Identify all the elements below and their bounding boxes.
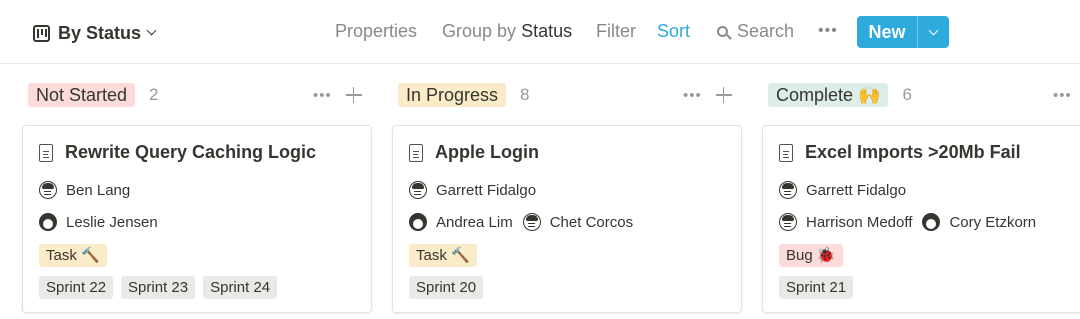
column-more-icon[interactable]: ••• [683,87,702,104]
type-tag: Task 🔨 [409,244,477,267]
person-name: Garrett Fidalgo [806,181,907,199]
group-by-button[interactable]: Group by Status [442,21,572,42]
person: Andrea Lim [409,213,513,231]
status-tag-in-progress[interactable]: In Progress [398,83,507,107]
new-button-group: New [857,16,949,48]
card-title: Rewrite Query Caching Logic [39,142,316,163]
person: Harrison Medoff [779,213,912,231]
column-header-in-progress: In Progress 8 [398,82,530,108]
assignee-row: Andrea Lim Chet Corcos [409,213,643,231]
sprint-tag: Sprint 21 [779,276,854,299]
more-options-button[interactable]: ••• [818,22,838,40]
assignee-row: Garrett Fidalgo [409,181,546,199]
avatar [409,213,427,231]
person: Garrett Fidalgo [779,181,906,199]
add-card-icon[interactable] [715,87,732,103]
column-actions: ••• [1053,82,1072,108]
card-apple-login[interactable]: Apple Login Garrett Fidalgo Andrea Lim C… [392,125,742,313]
person-name: Garrett Fidalgo [436,181,537,199]
avatar [39,213,57,231]
column-header-complete: Complete 🙌 6 [768,82,912,108]
new-dropdown-button[interactable] [918,16,949,48]
type-tag: Task 🔨 [39,244,107,267]
card-title-text: Apple Login [435,142,539,162]
new-button[interactable]: New [857,16,917,48]
chevron-down-icon [146,25,157,36]
column-header-not-started: Not Started 2 [28,82,159,108]
column-actions: ••• [313,82,362,108]
toolbar: By Status Properties Group by Status Fil… [0,0,1080,64]
card-rewrite-query-caching-logic[interactable]: Rewrite Query Caching Logic Ben Lang Les… [22,125,372,313]
filter-button[interactable]: Filter [596,21,636,42]
type-tag-row: Bug 🐞 [779,244,851,267]
avatar [779,213,797,231]
sprint-tag: Sprint 22 [39,276,114,299]
card-excel-imports-fail[interactable]: Excel Imports >20Mb Fail Garrett Fidalgo… [762,125,1080,313]
type-tag-row: Task 🔨 [409,244,485,267]
column-more-icon[interactable]: ••• [313,87,332,104]
sprint-tag: Sprint 24 [203,276,278,299]
view-selector[interactable]: By Status [33,20,157,46]
person-name: Leslie Jensen [66,213,158,231]
search-icon [717,26,728,37]
card-title: Excel Imports >20Mb Fail [779,142,1021,163]
card-title: Apple Login [409,142,539,163]
person: Garrett Fidalgo [409,181,536,199]
sort-button[interactable]: Sort [657,21,690,42]
person-name: Andrea Lim [436,213,513,231]
search-button[interactable]: Search [717,21,794,42]
person: Leslie Jensen [39,213,158,231]
sprint-tag-row: Sprint 20 [409,276,491,299]
person-name: Harrison Medoff [806,213,913,231]
column-more-icon[interactable]: ••• [1053,87,1072,104]
person: Cory Etzkorn [922,213,1036,231]
search-label: Search [737,21,795,41]
properties-button[interactable]: Properties [335,21,417,42]
assignee-row: Leslie Jensen [39,213,168,231]
status-tag-not-started[interactable]: Not Started [28,83,136,107]
card-title-text: Excel Imports >20Mb Fail [805,142,1021,162]
avatar [779,181,797,199]
column-actions: ••• [683,82,732,108]
avatar [409,181,427,199]
column-count: 8 [520,85,530,104]
board-view-icon [33,24,50,42]
chevron-down-icon [928,25,939,35]
sprint-tag: Sprint 23 [121,276,196,299]
type-tag-row: Task 🔨 [39,244,115,267]
assignee-row: Harrison Medoff Cory Etzkorn [779,213,1046,231]
status-tag-complete[interactable]: Complete 🙌 [768,83,889,107]
person: Ben Lang [39,181,130,199]
avatar [522,213,541,231]
add-card-icon[interactable] [345,87,362,103]
person-name: Cory Etzkorn [949,213,1037,231]
group-by-value: Status [521,21,573,41]
sprint-tag-row: Sprint 22 Sprint 23 Sprint 24 [39,276,285,299]
person-name: Ben Lang [66,181,131,199]
column-count: 6 [902,85,912,104]
assignee-row: Ben Lang [39,181,140,199]
assignee-row: Garrett Fidalgo [779,181,916,199]
page-icon [39,143,53,162]
avatar [39,181,57,199]
avatar [922,213,941,231]
view-title: By Status [58,22,142,43]
page-icon [409,143,423,162]
group-by-label: Group by [442,21,517,41]
type-tag: Bug 🐞 [779,244,843,267]
sprint-tag: Sprint 20 [409,276,484,299]
page-icon [779,143,793,162]
card-title-text: Rewrite Query Caching Logic [65,142,317,162]
person-name: Chet Corcos [549,213,634,231]
sprint-tag-row: Sprint 21 [779,276,861,299]
column-count: 2 [149,85,159,104]
person: Chet Corcos [522,213,634,231]
